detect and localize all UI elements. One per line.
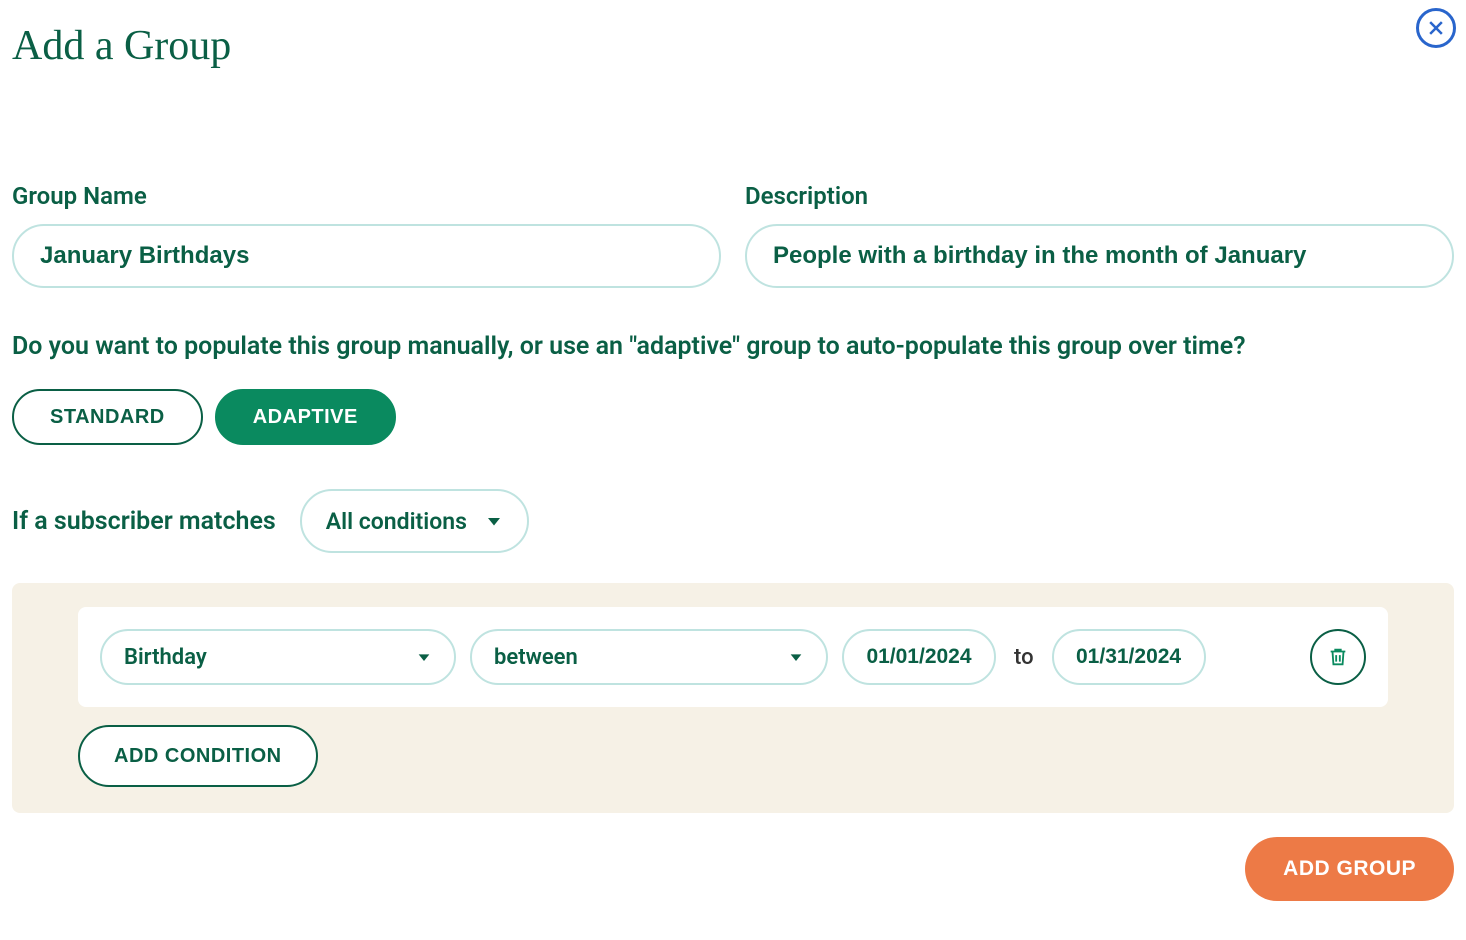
to-label: to	[1010, 645, 1038, 670]
date-from-input[interactable]	[842, 629, 996, 685]
condition-field-select[interactable]: Birthday	[100, 629, 456, 685]
condition-operator-select[interactable]: between	[470, 629, 828, 685]
inputs-row: Group Name Description	[12, 182, 1454, 288]
match-mode-select[interactable]: All conditions	[300, 489, 529, 553]
adaptive-button[interactable]: ADAPTIVE	[215, 389, 396, 445]
page-title: Add a Group	[0, 0, 1466, 70]
standard-button[interactable]: STANDARD	[12, 389, 203, 445]
group-type-toggle: STANDARD ADAPTIVE	[12, 389, 1454, 445]
add-condition-button[interactable]: ADD CONDITION	[78, 725, 318, 787]
chevron-down-icon	[485, 512, 503, 530]
group-name-block: Group Name	[12, 182, 721, 288]
condition-operator-value: between	[494, 645, 578, 670]
group-name-input[interactable]	[12, 224, 721, 288]
chevron-down-icon	[416, 649, 432, 665]
description-label: Description	[745, 182, 1454, 210]
conditions-panel: Birthday between to ADD CONDITION	[12, 583, 1454, 813]
add-group-button[interactable]: ADD GROUP	[1245, 837, 1454, 901]
condition-field-value: Birthday	[124, 645, 207, 670]
trash-icon	[1327, 646, 1349, 668]
match-label: If a subscriber matches	[12, 507, 276, 536]
match-mode-value: All conditions	[326, 508, 467, 535]
group-name-label: Group Name	[12, 182, 721, 210]
date-to-input[interactable]	[1052, 629, 1206, 685]
group-type-prompt: Do you want to populate this group manua…	[12, 332, 1454, 361]
condition-row: Birthday between to	[78, 607, 1388, 707]
footer-row: ADD GROUP	[12, 837, 1454, 901]
description-block: Description	[745, 182, 1454, 288]
close-icon	[1426, 18, 1446, 38]
close-button[interactable]	[1416, 8, 1456, 48]
form-area: Group Name Description Do you want to po…	[0, 182, 1466, 901]
delete-condition-button[interactable]	[1310, 629, 1366, 685]
match-row: If a subscriber matches All conditions	[12, 489, 1454, 553]
description-input[interactable]	[745, 224, 1454, 288]
chevron-down-icon	[788, 649, 804, 665]
